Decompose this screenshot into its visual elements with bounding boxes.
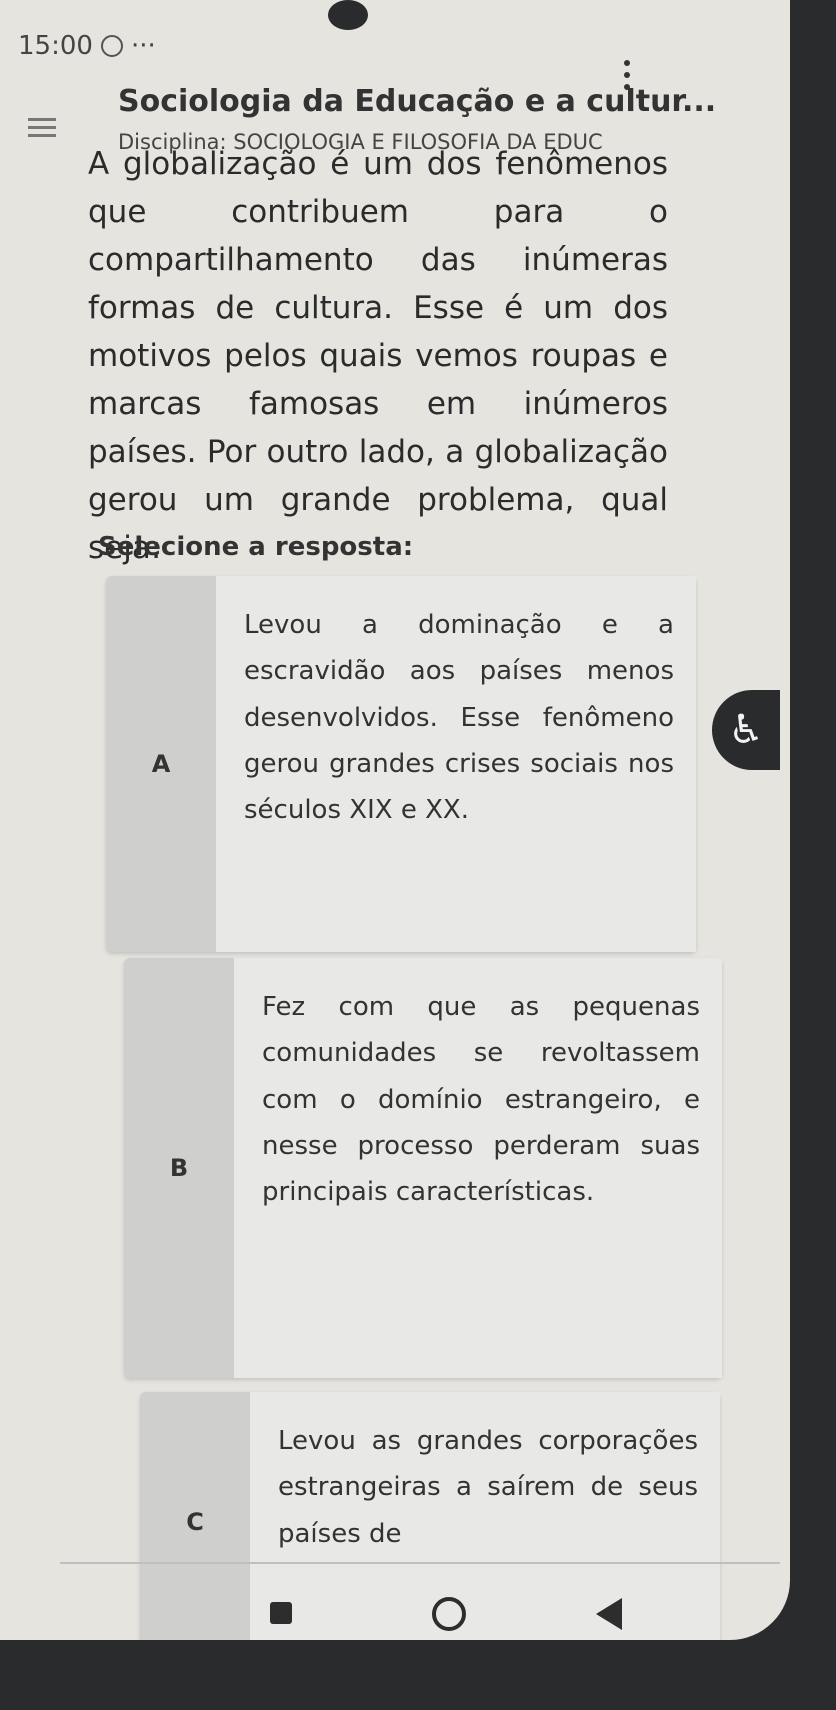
- option-letter: A: [151, 750, 171, 778]
- option-letter: C: [186, 1508, 204, 1536]
- status-time: 15:00: [18, 31, 93, 61]
- option-text: Levou as grandes corporações estrangeira…: [250, 1392, 720, 1640]
- answer-prompt: Selecione a resposta:: [98, 532, 414, 562]
- camera-notch: [328, 0, 368, 30]
- app-screen: 15:00 ··· Sociologia da Educação e a cul…: [0, 0, 790, 1640]
- home-icon[interactable]: [432, 1597, 466, 1631]
- status-extra: ···: [130, 31, 156, 61]
- option-letter: B: [169, 1154, 189, 1182]
- recent-apps-icon[interactable]: [270, 1602, 292, 1624]
- option-b[interactable]: B Fez com que as pequenas comunidades se…: [124, 958, 722, 1378]
- back-icon[interactable]: [596, 1598, 622, 1630]
- more-vertical-icon[interactable]: [624, 60, 632, 90]
- option-c[interactable]: C Levou as grandes corporações estrangei…: [140, 1392, 720, 1640]
- option-text: Fez com que as pequenas comunidades se r…: [234, 958, 722, 1378]
- status-notification-icon: [100, 35, 123, 57]
- accessibility-icon[interactable]: ♿: [712, 690, 780, 770]
- option-text: Levou a dominação e a escravidão aos paí…: [216, 576, 696, 952]
- status-bar: 15:00 ···: [18, 28, 156, 64]
- option-a[interactable]: A Levou a dominação e a escravidão aos p…: [106, 576, 696, 952]
- question-text: A globalização é um dos fenômenos que co…: [88, 146, 668, 567]
- menu-icon[interactable]: [28, 118, 56, 137]
- navbar-divider: [60, 1562, 780, 1564]
